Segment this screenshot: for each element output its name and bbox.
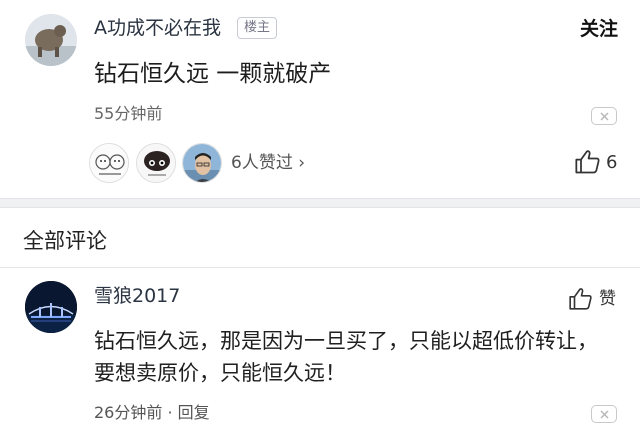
comment-like-button[interactable] bbox=[568, 286, 594, 316]
post-timestamp: 55分钟前 bbox=[94, 104, 163, 123]
comment-text: 钻石恒久远，那是因为一旦买了，只能以超低价转让，要想卖原价，只能恒久远！ bbox=[94, 329, 598, 385]
thumbs-up-icon bbox=[575, 150, 600, 174]
commenter-name[interactable]: 雪狼2017 bbox=[94, 284, 180, 308]
dismiss-button[interactable] bbox=[591, 107, 617, 125]
follow-button[interactable]: 关注 bbox=[580, 16, 618, 42]
op-badge: 楼主 bbox=[237, 17, 277, 39]
comment-meta[interactable]: 26分钟前 · 回复 bbox=[94, 403, 210, 423]
author-name[interactable]: A功成不必在我 bbox=[94, 16, 221, 40]
post-card: A功成不必在我 楼主 关注 钻石恒久远 一颗就破产 55分钟前 6人赞过 › 6 bbox=[0, 0, 640, 198]
liker-avatar[interactable] bbox=[136, 143, 176, 183]
thumbs-up-icon bbox=[569, 288, 592, 310]
liker-avatar[interactable] bbox=[89, 143, 129, 183]
author-avatar[interactable] bbox=[25, 14, 77, 66]
close-icon bbox=[600, 410, 609, 419]
divider-line bbox=[0, 267, 640, 268]
comments-section-title: 全部评论 bbox=[23, 229, 107, 253]
post-text: 钻石恒久远 一颗就破产 bbox=[94, 61, 332, 87]
liker-avatar[interactable] bbox=[182, 143, 222, 183]
commenter-avatar[interactable] bbox=[25, 281, 77, 333]
like-count: 6 bbox=[606, 152, 618, 173]
like-button[interactable] bbox=[574, 148, 602, 180]
dismiss-button[interactable] bbox=[591, 405, 617, 423]
likers-link[interactable]: 6人赞过 › bbox=[231, 152, 305, 174]
section-divider bbox=[0, 198, 640, 208]
comment-like-label[interactable]: 赞 bbox=[599, 288, 616, 310]
close-icon bbox=[600, 112, 609, 121]
